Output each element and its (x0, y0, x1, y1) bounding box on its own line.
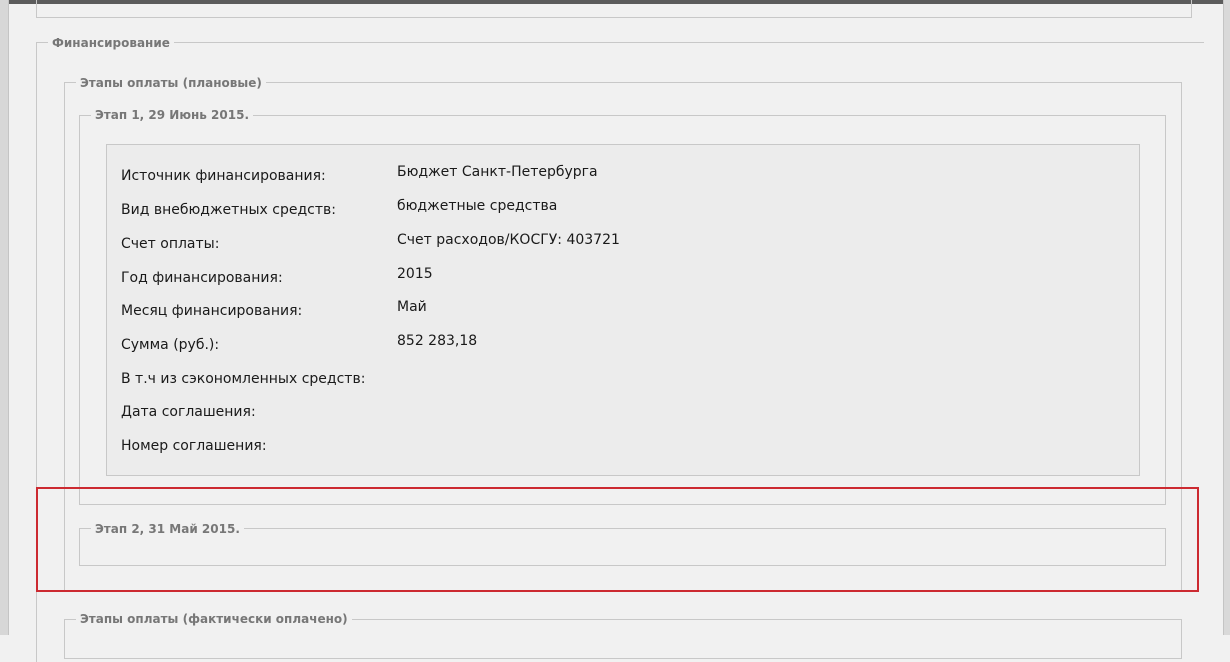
field-value: Май (397, 299, 427, 315)
stage-1-details-panel: Источник финансирования: Бюджет Санкт-Пе… (106, 144, 1140, 476)
field-label: Счет оплаты: (121, 236, 220, 252)
field-value: 2015 (397, 266, 433, 282)
actual-stages-title: Этапы оплаты (фактически оплачено) (76, 611, 352, 627)
field-label: Дата соглашения: (121, 404, 256, 420)
stage-1-title: Этап 1, 29 Июнь 2015. (91, 107, 254, 123)
field-label: Источник финансирования: (121, 168, 326, 184)
previous-section (36, 0, 1192, 18)
window-right-edge (1223, 0, 1230, 635)
field-label: Номер соглашения: (121, 438, 267, 454)
field-value: 852 283,18 (397, 333, 478, 349)
planned-stages-title: Этапы оплаты (плановые) (76, 75, 266, 91)
field-label: В т.ч из сэкономленных средств: (121, 371, 366, 387)
window-left-edge (0, 0, 9, 635)
field-value: Бюджет Санкт-Петербурга (397, 164, 598, 180)
field-label: Сумма (руб.): (121, 337, 220, 353)
highlight-frame (36, 487, 1199, 592)
financing-section-title: Финансирование (48, 35, 174, 51)
field-label: Месяц финансирования: (121, 303, 303, 319)
field-value: Счет расходов/КОСГУ: 403721 (397, 232, 620, 248)
field-label: Год финансирования: (121, 270, 283, 286)
field-value: бюджетные средства (397, 198, 558, 214)
field-label: Вид внебюджетных средств: (121, 202, 336, 218)
